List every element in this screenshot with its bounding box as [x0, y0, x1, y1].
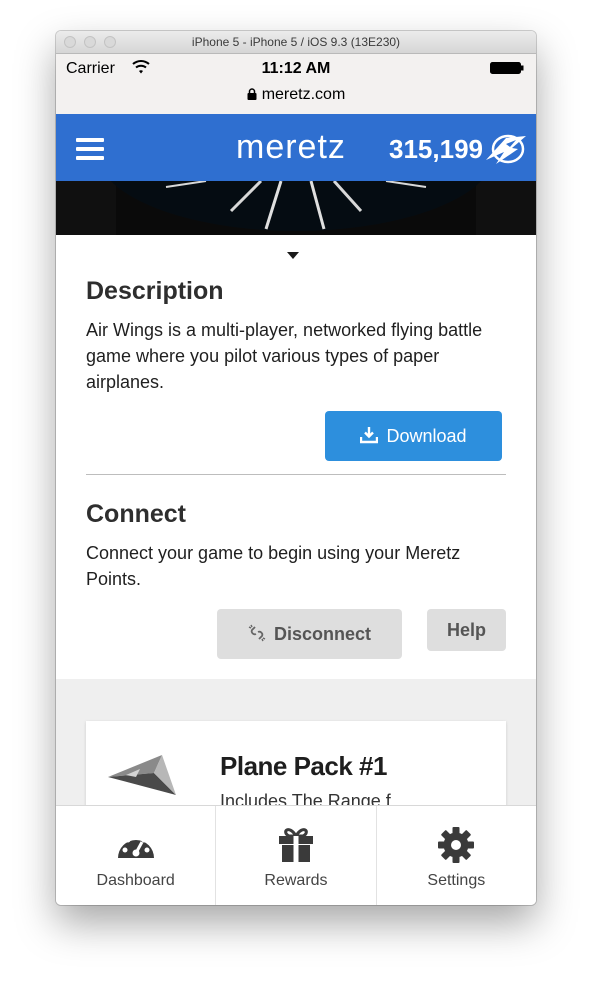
disconnect-button[interactable]: Disconnect — [217, 609, 402, 659]
description-text: Air Wings is a multi-player, networked f… — [86, 320, 483, 392]
hero-image — [56, 181, 536, 235]
address-bar[interactable]: meretz.com — [56, 86, 536, 104]
connect-heading: Connect — [86, 500, 186, 528]
app-header: meretz 315,199 — [56, 114, 536, 181]
product-title: Plane Pack #1 — [220, 751, 387, 781]
description-heading: Description — [86, 277, 224, 305]
download-button[interactable]: Download — [325, 411, 502, 461]
bottom-tab-bar: Dashboard Rewards Settings — [56, 805, 536, 905]
download-icon — [360, 427, 379, 444]
paper-plane-icon — [108, 755, 176, 795]
section-divider — [86, 474, 506, 475]
tab-rewards-label: Rewards — [264, 872, 328, 889]
status-time: 11:12 AM — [261, 60, 331, 77]
gift-icon — [278, 828, 313, 862]
tab-dashboard[interactable]: Dashboard — [56, 806, 217, 905]
window-title: iPhone 5 - iPhone 5 / iOS 9.3 (13E230) — [191, 35, 401, 49]
points-balance: 315,199 — [389, 134, 483, 164]
url-text: meretz.com — [261, 86, 346, 103]
broken-link-icon — [248, 624, 266, 642]
brand-logo[interactable]: meretz — [236, 128, 346, 167]
disconnect-label: Disconnect — [273, 624, 372, 644]
simulator-window: iPhone 5 - iPhone 5 / iOS 9.3 (13E230) C… — [56, 31, 536, 905]
window-titlebar: iPhone 5 - iPhone 5 / iOS 9.3 (13E230) — [56, 31, 536, 54]
meretz-bolt-icon — [486, 134, 526, 164]
gear-icon — [438, 827, 475, 863]
connect-text: Connect your game to begin using your Me… — [86, 543, 461, 589]
dashboard-icon — [117, 833, 154, 858]
game-hero-banner — [56, 181, 536, 235]
ios-status-bar: Carrier 11:12 AM meretz.com — [56, 54, 536, 114]
tab-settings-label: Settings — [427, 872, 486, 889]
collapse-caret-icon[interactable] — [287, 252, 299, 259]
menu-icon[interactable] — [76, 138, 104, 162]
battery-icon — [490, 62, 524, 74]
help-button[interactable]: Help — [427, 609, 506, 651]
download-label: Download — [386, 426, 467, 446]
tab-dashboard-label: Dashboard — [96, 872, 175, 889]
tab-settings[interactable]: Settings — [377, 806, 536, 905]
product-list-area: Plane Pack #1 Includes The Range f — [56, 679, 536, 841]
lock-icon — [247, 88, 257, 100]
tab-rewards[interactable]: Rewards — [216, 806, 377, 905]
